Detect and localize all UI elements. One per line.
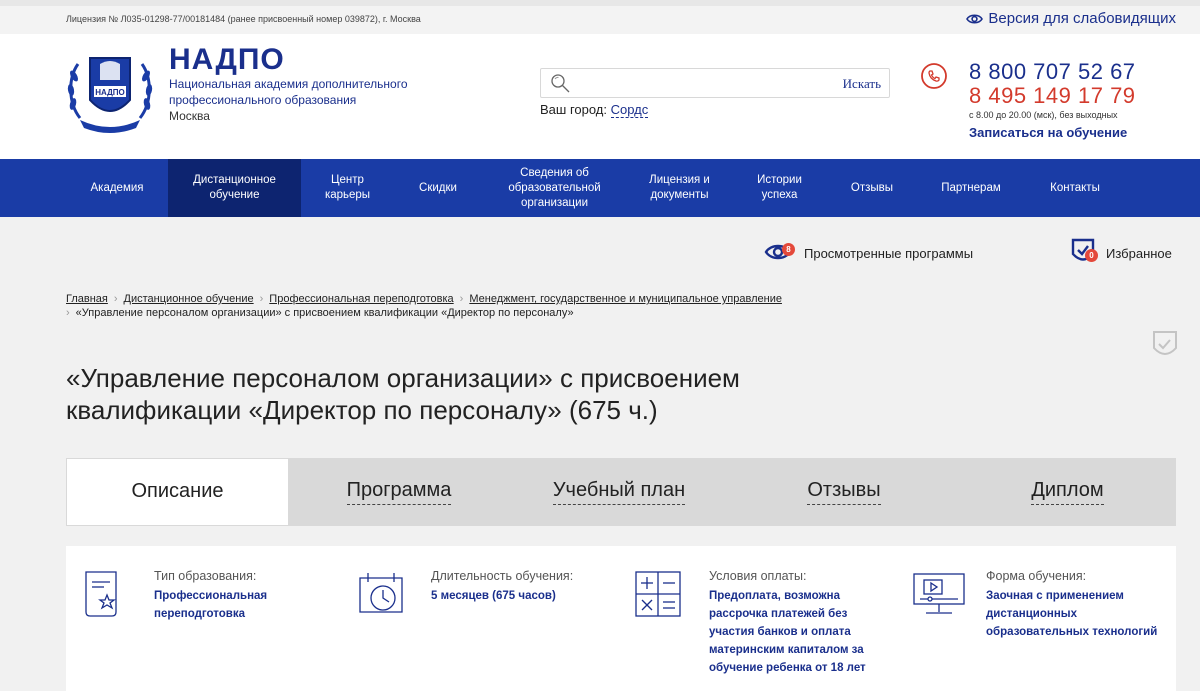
viewed-programs-label: Просмотренные программы <box>804 246 974 261</box>
site-header: НАДПО НАДПО Национальная академия дополн… <box>0 34 1200 159</box>
info-study-form: Форма обучения: Заочная с применением ди… <box>986 568 1161 641</box>
tab-label: Программа <box>346 479 452 505</box>
city-selector: Ваш город: Сордс <box>540 102 649 118</box>
info-education-type: Тип образования: Профессиональная перепо… <box>154 568 324 623</box>
nav-item-label: Партнерам <box>941 181 1001 194</box>
nav-item-organization-info[interactable]: Сведения об образовательной организации <box>482 159 627 217</box>
breadcrumb-current: «Управление персоналом организации» с пр… <box>75 307 574 319</box>
breadcrumb-retraining[interactable]: Профессиональная переподготовка <box>269 293 453 305</box>
tab-program[interactable]: Программа <box>289 458 509 526</box>
nav-item-label: Скидки <box>419 181 457 194</box>
academy-logo[interactable]: НАДПО <box>64 48 156 138</box>
nav-item-label: Дистанционное обучение <box>193 174 276 201</box>
favorites-label: Избранное <box>1106 246 1172 261</box>
breadcrumb-separator-icon: › <box>113 293 118 305</box>
viewed-count-badge: 8 <box>782 243 795 256</box>
tab-label: Отзывы <box>807 479 881 505</box>
tab-reviews[interactable]: Отзывы <box>729 458 959 526</box>
certificate-icon <box>85 571 117 617</box>
nav-item-discounts[interactable]: Скидки <box>394 159 482 217</box>
favorites-count-badge: 0 <box>1085 249 1098 262</box>
main-nav: Академия Дистанционное обучение Центр ка… <box>0 159 1200 217</box>
tab-diploma[interactable]: Диплом <box>959 458 1176 526</box>
accessibility-version-link[interactable]: Версия для слабовидящих <box>966 10 1176 27</box>
info-value: Заочная с применением дистанционных обра… <box>986 590 1158 638</box>
search-icon <box>551 74 570 93</box>
contacts-block: 8 800 707 52 67 8 495 149 17 79 с 8.00 д… <box>969 60 1136 141</box>
phone-number-2[interactable]: 8 495 149 17 79 <box>969 84 1136 108</box>
nav-item-label: Отзывы <box>850 181 894 194</box>
enroll-link[interactable]: Записаться на обучение <box>969 125 1136 140</box>
top-bar: Лицензия № Л035-01298-77/00181484 (ранее… <box>0 6 1200 34</box>
favorites-link[interactable]: 0 Избранное <box>1070 237 1172 270</box>
video-screen-icon <box>913 573 965 614</box>
page-title: «Управление персоналом организации» с пр… <box>66 363 740 425</box>
breadcrumb-distance-learning[interactable]: Дистанционное обучение <box>124 293 254 305</box>
nav-item-academy[interactable]: Академия <box>66 159 168 217</box>
breadcrumb-separator-icon: › <box>459 293 464 305</box>
nav-item-label: Сведения об образовательной организации <box>508 166 601 209</box>
tab-label: Диплом <box>1031 479 1104 505</box>
nav-item-distance-learning[interactable]: Дистанционное обучение <box>168 159 301 217</box>
breadcrumb-home[interactable]: Главная <box>66 293 108 305</box>
brand-subtitle: Национальная академия дополнительного пр… <box>169 77 408 107</box>
info-value: Профессиональная переподготовка <box>154 590 268 620</box>
info-label: Тип образования: <box>154 569 257 583</box>
tab-label: Описание <box>131 479 224 502</box>
add-to-favorites-icon[interactable] <box>1152 330 1178 360</box>
search-input[interactable] <box>577 72 827 94</box>
accessibility-version-label: Версия для слабовидящих <box>988 10 1176 27</box>
breadcrumb-management[interactable]: Менеджмент, государственное и муниципаль… <box>469 293 782 305</box>
nav-item-label: Истории успеха <box>757 174 802 201</box>
city-link[interactable]: Сордс <box>610 102 649 118</box>
tab-label: Учебный план <box>552 479 686 505</box>
brand-block[interactable]: НАДПО Национальная академия дополнительн… <box>169 43 439 124</box>
nav-item-partners[interactable]: Партнерам <box>917 159 1025 217</box>
info-value: 5 месяцев (675 часов) <box>431 590 556 602</box>
program-tabs: Описание Программа Учебный план Отзывы Д… <box>66 458 1176 526</box>
nav-item-career-center[interactable]: Центр карьеры <box>301 159 394 217</box>
phone-icon <box>921 63 947 89</box>
nav-item-license-documents[interactable]: Лицензия и документы <box>627 159 732 217</box>
viewed-programs-link[interactable]: 8 Просмотренные программы <box>764 241 973 266</box>
work-hours: с 8.00 до 20.00 (мск), без выходных <box>969 110 1118 120</box>
program-info-panel: Тип образования: Профессиональная перепо… <box>66 546 1176 691</box>
info-label: Длительность обучения: <box>431 569 574 583</box>
breadcrumb: Главная › Дистанционное обучение › Профессио… <box>66 292 886 320</box>
breadcrumb-separator-icon: › <box>259 293 264 305</box>
nav-item-success-stories[interactable]: Истории успеха <box>732 159 827 217</box>
info-duration: Длительность обучения: 5 месяцев (675 ча… <box>431 568 606 605</box>
phone-number-1[interactable]: 8 800 707 52 67 <box>969 60 1136 84</box>
city-prefix: Ваш город: <box>540 102 607 117</box>
favorites-icon-wrap: 0 <box>1070 237 1100 270</box>
license-text: Лицензия № Л035-01298-77/00181484 (ранее… <box>66 14 421 24</box>
eye-icon <box>966 13 984 24</box>
info-payment: Условия оплаты: Предоплата, возможна рас… <box>709 568 894 677</box>
tab-curriculum[interactable]: Учебный план <box>509 458 729 526</box>
info-label: Форма обучения: <box>986 569 1087 583</box>
search-box: Искать <box>540 68 890 98</box>
search-button[interactable]: Искать <box>843 76 881 92</box>
brand-city: Москва <box>169 109 210 123</box>
nav-item-reviews[interactable]: Отзывы <box>827 159 917 217</box>
breadcrumb-separator-icon: › <box>66 307 70 319</box>
info-value: Предоплата, возможна рассрочка платежей … <box>709 590 866 674</box>
logo-text: НАДПО <box>95 88 125 97</box>
info-label: Условия оплаты: <box>709 569 807 583</box>
tab-description[interactable]: Описание <box>66 458 289 526</box>
nav-item-contacts[interactable]: Контакты <box>1025 159 1125 217</box>
nav-item-label: Академия <box>90 181 144 194</box>
brand-title: НАДПО <box>169 43 285 76</box>
calculator-icon <box>635 571 681 617</box>
nav-item-label: Центр карьеры <box>324 174 371 201</box>
viewed-icon-wrap: 8 <box>764 241 795 266</box>
calendar-clock-icon <box>359 573 403 613</box>
nav-item-label: Лицензия и документы <box>649 174 710 201</box>
nav-item-label: Контакты <box>1050 181 1100 194</box>
